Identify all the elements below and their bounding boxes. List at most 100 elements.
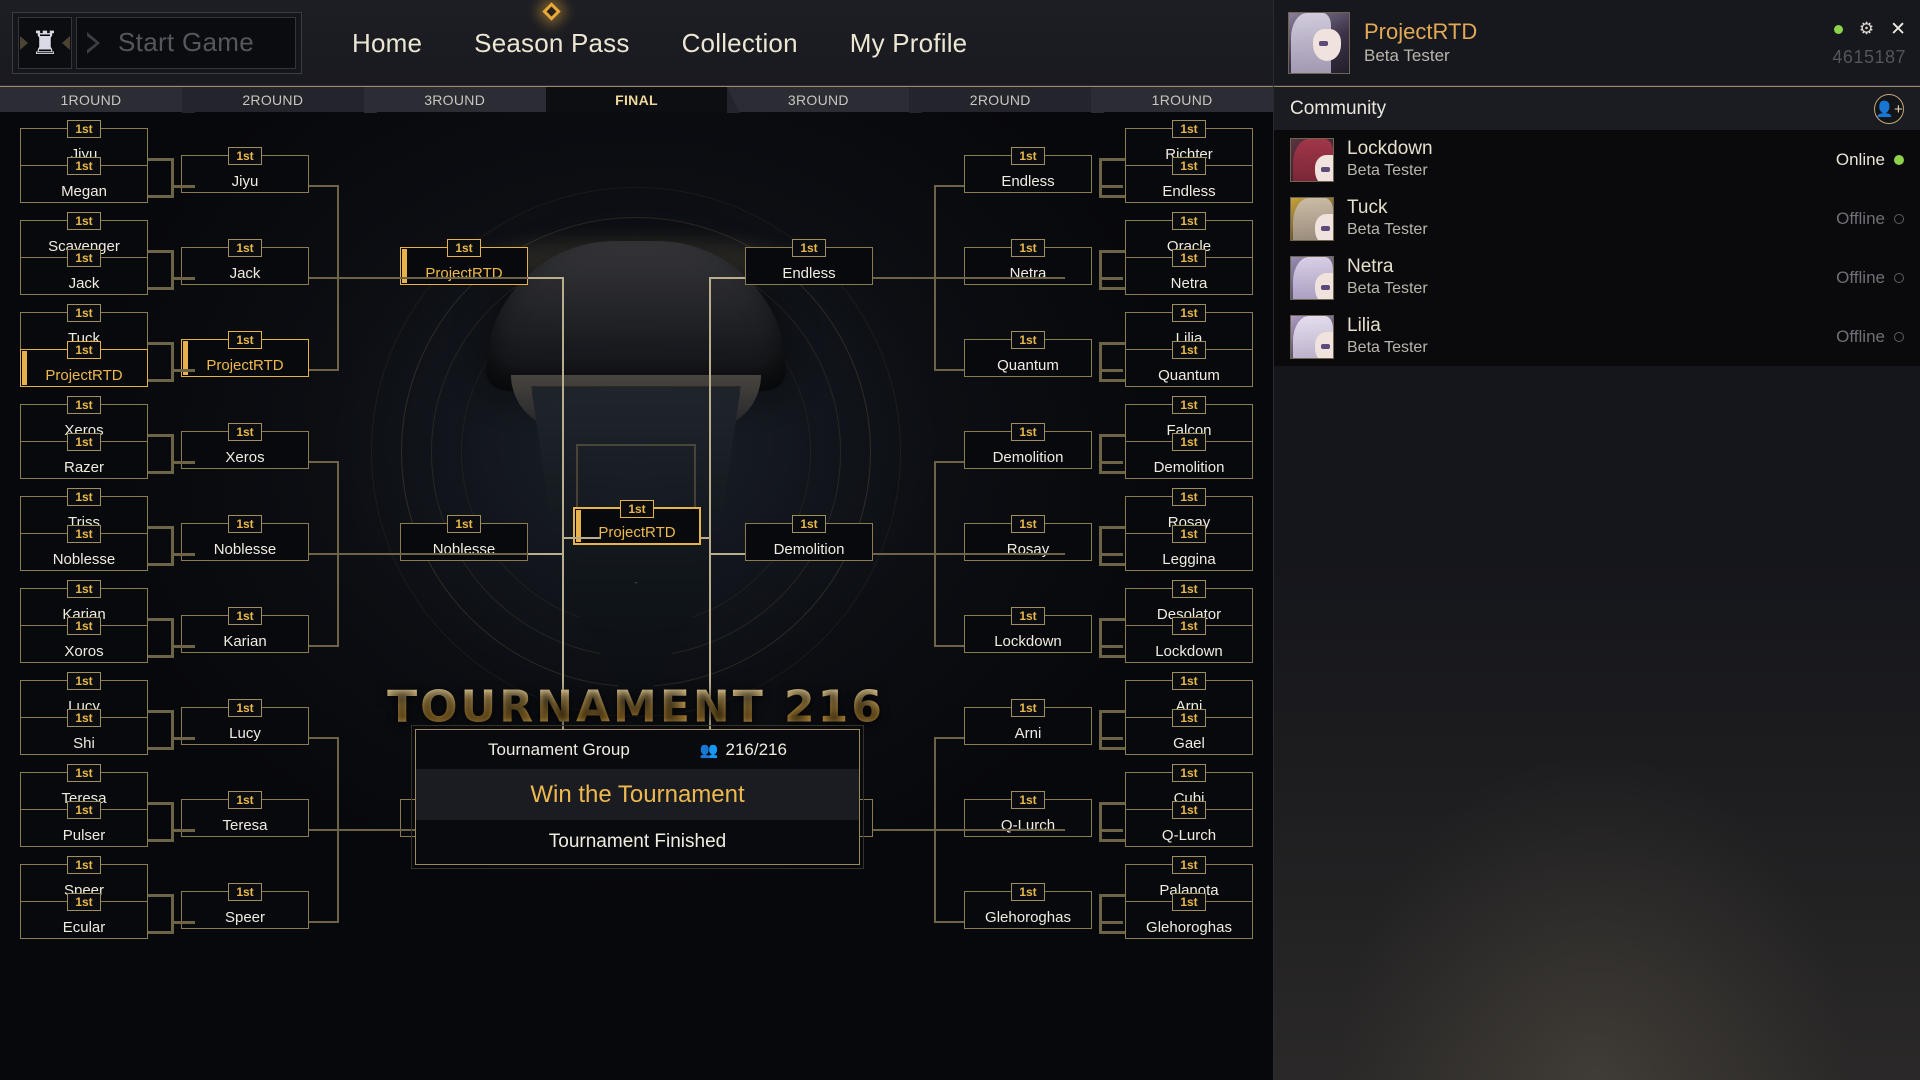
- bracket-match-cell[interactable]: 1st Endless: [1125, 157, 1253, 203]
- bracket-match-cell[interactable]: 1st Arni: [964, 699, 1092, 745]
- friend-list-item[interactable]: Netra Beta Tester Offline: [1274, 248, 1920, 307]
- bracket-connector: [171, 829, 195, 832]
- bracket-match-cell[interactable]: 1st Demolition: [964, 423, 1092, 469]
- rank-badge: 1st: [1172, 157, 1206, 175]
- bracket-match-cell[interactable]: 1st Endless: [745, 239, 873, 285]
- bracket-match-cell[interactable]: 1st Xeros: [181, 423, 309, 469]
- round-tab-1[interactable]: 2ROUND: [181, 87, 377, 113]
- rank-badge: 1st: [67, 580, 101, 598]
- bracket-match-cell[interactable]: 1st Netra: [1125, 249, 1253, 295]
- bracket-match-cell[interactable]: 1st Karian: [181, 607, 309, 653]
- bracket-match-cell[interactable]: 1st Jack: [181, 239, 309, 285]
- bracket-connector: [934, 645, 964, 647]
- bracket-match-cell[interactable]: 1st Speer: [181, 883, 309, 929]
- add-friend-icon[interactable]: 👤+: [1874, 93, 1904, 124]
- player-name: Quantum: [997, 357, 1059, 374]
- bracket-match-cell[interactable]: 1st Lockdown: [1125, 617, 1253, 663]
- avatar[interactable]: [1288, 11, 1350, 74]
- bracket-match-cell[interactable]: 1st ProjectRTD: [20, 341, 148, 387]
- bracket-match-cell[interactable]: 1st Q-Lurch: [964, 791, 1092, 837]
- bracket-match-cell[interactable]: 1st Leggina: [1125, 525, 1253, 571]
- nav-item-my-profile[interactable]: My Profile: [824, 0, 994, 86]
- bracket-match-cell[interactable]: 1st Glehoroghas: [964, 883, 1092, 929]
- rank-badge: 1st: [228, 239, 262, 257]
- round-tab-4[interactable]: 3ROUND: [727, 87, 923, 113]
- start-game-control[interactable]: ♜ Start Game: [12, 11, 302, 74]
- bracket-connector: [148, 195, 174, 198]
- player-name: Teresa: [222, 817, 268, 834]
- player-name: Noblesse: [432, 541, 496, 558]
- bracket-connector: [934, 369, 964, 371]
- status-dot-icon: [1894, 331, 1904, 342]
- nav-item-collection[interactable]: Collection: [656, 0, 824, 86]
- bracket-match-cell[interactable]: 1st Glehoroghas: [1125, 893, 1253, 939]
- player-name: ProjectRTD: [425, 265, 503, 282]
- bracket-match-cell[interactable]: 1st Demolition: [1125, 433, 1253, 479]
- rank-badge: 1st: [228, 147, 262, 165]
- bracket-match-cell[interactable]: 1st Q-Lurch: [1125, 801, 1253, 847]
- player-name: ProjectRTD: [45, 367, 123, 384]
- bracket-match-cell[interactable]: 1st Razer: [20, 433, 148, 479]
- friend-avatar: [1290, 137, 1334, 182]
- friend-list-item[interactable]: Lilia Beta Tester Offline: [1274, 307, 1920, 366]
- bracket-match-cell[interactable]: 1st Noblesse: [181, 515, 309, 561]
- round-tab-2[interactable]: 3ROUND: [363, 87, 559, 113]
- bracket-match-cell[interactable]: 1st Shi: [20, 709, 148, 755]
- bracket-match-cell[interactable]: 1st Jack: [20, 249, 148, 295]
- bracket-match-cell[interactable]: 1st ProjectRTD: [573, 500, 701, 545]
- bracket-match-cell[interactable]: 1st Noblesse: [20, 525, 148, 571]
- bracket-connector: [934, 921, 964, 923]
- bracket-match-cell[interactable]: 1st Rosay: [964, 515, 1092, 561]
- rank-badge: 1st: [1172, 893, 1206, 911]
- bracket-match-cell[interactable]: 1st Demolition: [745, 515, 873, 561]
- right-panel: ProjectRTD Beta Tester ⚙ ✕ 4615187 Commu…: [1273, 0, 1920, 1080]
- round-tab-5[interactable]: 2ROUND: [909, 87, 1105, 113]
- bracket-match-cell[interactable]: 1st Endless: [964, 147, 1092, 193]
- user-name: ProjectRTD: [1364, 18, 1478, 44]
- bracket-connector: [1099, 747, 1125, 750]
- bracket-connector: [171, 526, 174, 563]
- bracket-match-cell[interactable]: 1st Lucy: [181, 699, 309, 745]
- bracket-connector: [171, 434, 174, 471]
- player-name: Demolition: [773, 541, 845, 558]
- round-tab-0[interactable]: 1ROUND: [0, 87, 195, 113]
- bracket-match-cell[interactable]: 1st Pulser: [20, 801, 148, 847]
- friend-list-item[interactable]: Lockdown Beta Tester Online: [1274, 130, 1920, 189]
- player-name: Demolition: [1153, 459, 1225, 476]
- friend-status: Online: [1836, 150, 1904, 170]
- bracket-connector: [1099, 710, 1125, 713]
- bracket-match-cell[interactable]: 1st Quantum: [1125, 341, 1253, 387]
- nav-item-season-pass[interactable]: Season Pass: [448, 0, 655, 86]
- start-game-button[interactable]: Start Game: [76, 16, 296, 69]
- friend-list-item[interactable]: Tuck Beta Tester Offline: [1274, 189, 1920, 248]
- bracket-match-cell[interactable]: 1st Netra: [964, 239, 1092, 285]
- bracket-connector: [1099, 250, 1125, 253]
- bracket-match-cell[interactable]: 1st Xoros: [20, 617, 148, 663]
- round-tab-3[interactable]: FINAL: [545, 87, 741, 113]
- close-icon[interactable]: ✕: [1890, 18, 1906, 41]
- nav-item-home[interactable]: Home: [326, 0, 448, 86]
- rank-badge: 1st: [447, 239, 481, 257]
- gear-icon[interactable]: ⚙: [1859, 19, 1874, 39]
- bracket-match-cell[interactable]: 1st ProjectRTD: [400, 239, 528, 285]
- round-tab-6[interactable]: 1ROUND: [1091, 87, 1274, 113]
- bracket-match-cell[interactable]: 1st Jiyu: [181, 147, 309, 193]
- bracket-connector: [171, 737, 195, 740]
- rank-badge: 1st: [1172, 801, 1206, 819]
- bracket-match-cell[interactable]: 1st Noblesse: [400, 515, 528, 561]
- bracket-connector: [1099, 342, 1102, 379]
- friend-name: Lilia: [1347, 315, 1381, 337]
- bracket-match-cell[interactable]: 1st Quantum: [964, 331, 1092, 377]
- bracket-connector: [171, 645, 195, 648]
- bracket-match-cell[interactable]: 1st Teresa: [181, 791, 309, 837]
- bracket-match-cell[interactable]: 1st Megan: [20, 157, 148, 203]
- bracket-match-cell[interactable]: 1st Lockdown: [964, 607, 1092, 653]
- bracket-match-cell[interactable]: 1st Ecular: [20, 893, 148, 939]
- bracket-connector: [1099, 802, 1102, 839]
- bracket-match-cell[interactable]: 1st Gael: [1125, 709, 1253, 755]
- rank-badge: 1st: [67, 709, 101, 727]
- player-name: Demolition: [992, 449, 1064, 466]
- bracket-connector: [934, 737, 964, 739]
- friend-list: Lockdown Beta Tester Online Tuck Beta Te…: [1274, 130, 1920, 366]
- bracket-match-cell[interactable]: 1st ProjectRTD: [181, 331, 309, 377]
